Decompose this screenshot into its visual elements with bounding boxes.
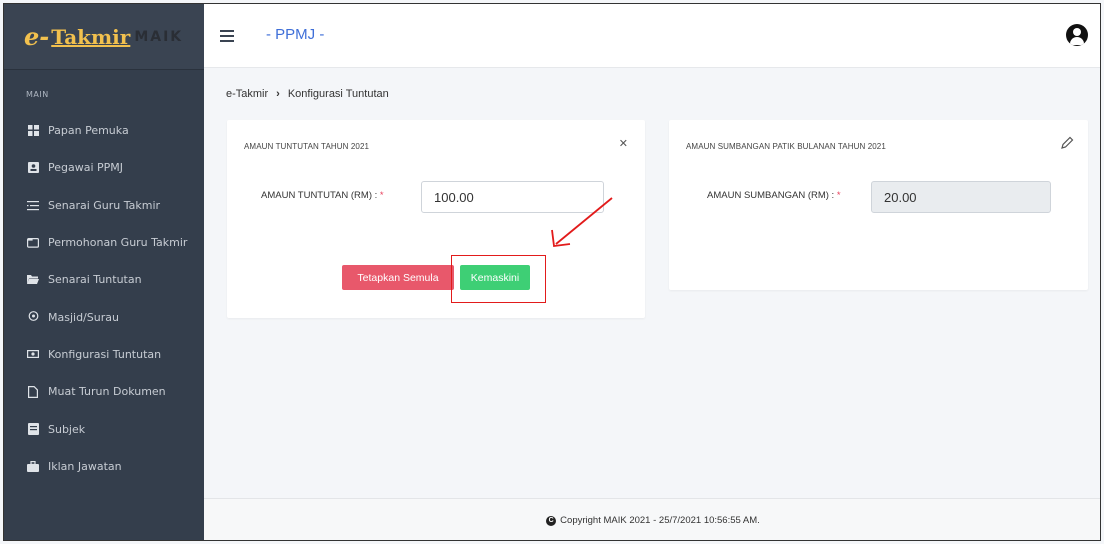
sidebar-item-konfigurasi-tuntutan[interactable]: Konfigurasi Tuntutan (4, 336, 204, 373)
close-icon[interactable]: ✕ (619, 137, 628, 150)
breadcrumb-current: Konfigurasi Tuntutan (287, 88, 389, 100)
contribution-amount-label: AMAUN SUMBANGAN (RM) : * (707, 190, 841, 201)
annotation-highlight-box (451, 255, 546, 303)
app-frame: e- Takmir MAIK MAIN Papan Pemuka Pegawai… (3, 3, 1101, 541)
sidebar-item-iklan-jawatan[interactable]: Iklan Jawatan (4, 448, 204, 485)
sidebar-item-masjid-surau[interactable]: Masjid/Surau (4, 298, 204, 335)
breadcrumb-root[interactable]: e-Takmir (226, 88, 268, 100)
location-icon (27, 311, 39, 323)
folder-outline-icon (27, 237, 39, 249)
sidebar: e- Takmir MAIK MAIN Papan Pemuka Pegawai… (4, 4, 204, 540)
menu-toggle-icon[interactable] (220, 30, 234, 42)
logo-suffix: MAIK (134, 28, 184, 45)
sidebar-item-subjek[interactable]: Subjek (4, 410, 204, 447)
footer-text: Copyright MAIK 2021 - 25/7/2021 10:56:55… (560, 515, 760, 526)
claim-amount-label: AMAUN TUNTUTAN (RM) : * (261, 190, 384, 201)
sidebar-item-label: Senarai Guru Takmir (48, 198, 161, 212)
logo-name: Takmir (51, 24, 131, 49)
sidebar-item-label: Subjek (48, 422, 86, 436)
copyright-icon: C (546, 515, 557, 526)
sidebar-section-label: MAIN (26, 90, 49, 99)
card-title: AMAUN TUNTUTAN TAHUN 2021 (244, 142, 370, 151)
footer: C Copyright MAIK 2021 - 25/7/2021 10:56:… (204, 498, 1100, 540)
sidebar-item-label: Iklan Jawatan (48, 459, 122, 473)
book-icon (27, 423, 39, 436)
money-icon (27, 348, 39, 360)
id-card-icon (27, 162, 39, 174)
sidebar-item-papan-pemuka[interactable]: Papan Pemuka (4, 112, 204, 149)
breadcrumb: e-Takmir › Konfigurasi Tuntutan (226, 88, 389, 100)
sidebar-item-label: Papan Pemuka (48, 124, 129, 138)
logo[interactable]: e- Takmir MAIK (4, 4, 204, 70)
list-icon (27, 199, 39, 211)
file-icon (27, 385, 39, 398)
sidebar-item-permohonan-guru-takmir[interactable]: Permohonan Guru Takmir (4, 224, 204, 261)
chevron-right-icon: › (276, 88, 280, 100)
sidebar-item-senarai-guru-takmir[interactable]: Senarai Guru Takmir (4, 187, 204, 224)
sidebar-item-label: Muat Turun Dokumen (48, 385, 166, 399)
sidebar-item-label: Senarai Tuntutan (48, 273, 142, 287)
topbar: - PPMJ - (204, 4, 1100, 68)
user-avatar-icon[interactable] (1066, 24, 1088, 46)
contribution-amount-card: AMAUN SUMBANGAN PATIK BULANAN TAHUN 2021… (669, 120, 1088, 290)
annotation-arrow (551, 197, 613, 248)
sidebar-item-muat-turun-dokumen[interactable]: Muat Turun Dokumen (4, 373, 204, 410)
sidebar-item-senarai-tuntutan[interactable]: Senarai Tuntutan (4, 261, 204, 298)
folder-open-icon (27, 274, 39, 286)
page-title: - PPMJ - (266, 26, 325, 43)
logo-prefix: e- (24, 22, 50, 51)
sidebar-item-label: Pegawai PPMJ (48, 161, 124, 175)
contribution-amount-input[interactable]: 20.00 (871, 181, 1051, 213)
edit-pencil-icon[interactable] (1060, 136, 1074, 150)
reset-button[interactable]: Tetapkan Semula (342, 265, 454, 290)
dashboard-icon (27, 125, 39, 137)
briefcase-icon (27, 460, 39, 472)
sidebar-item-label: Permohonan Guru Takmir (48, 236, 188, 250)
sidebar-item-label: Konfigurasi Tuntutan (48, 347, 162, 361)
sidebar-item-label: Masjid/Surau (48, 310, 119, 324)
sidebar-item-pegawai-ppmj[interactable]: Pegawai PPMJ (4, 149, 204, 186)
card-title: AMAUN SUMBANGAN PATIK BULANAN TAHUN 2021 (686, 142, 886, 151)
